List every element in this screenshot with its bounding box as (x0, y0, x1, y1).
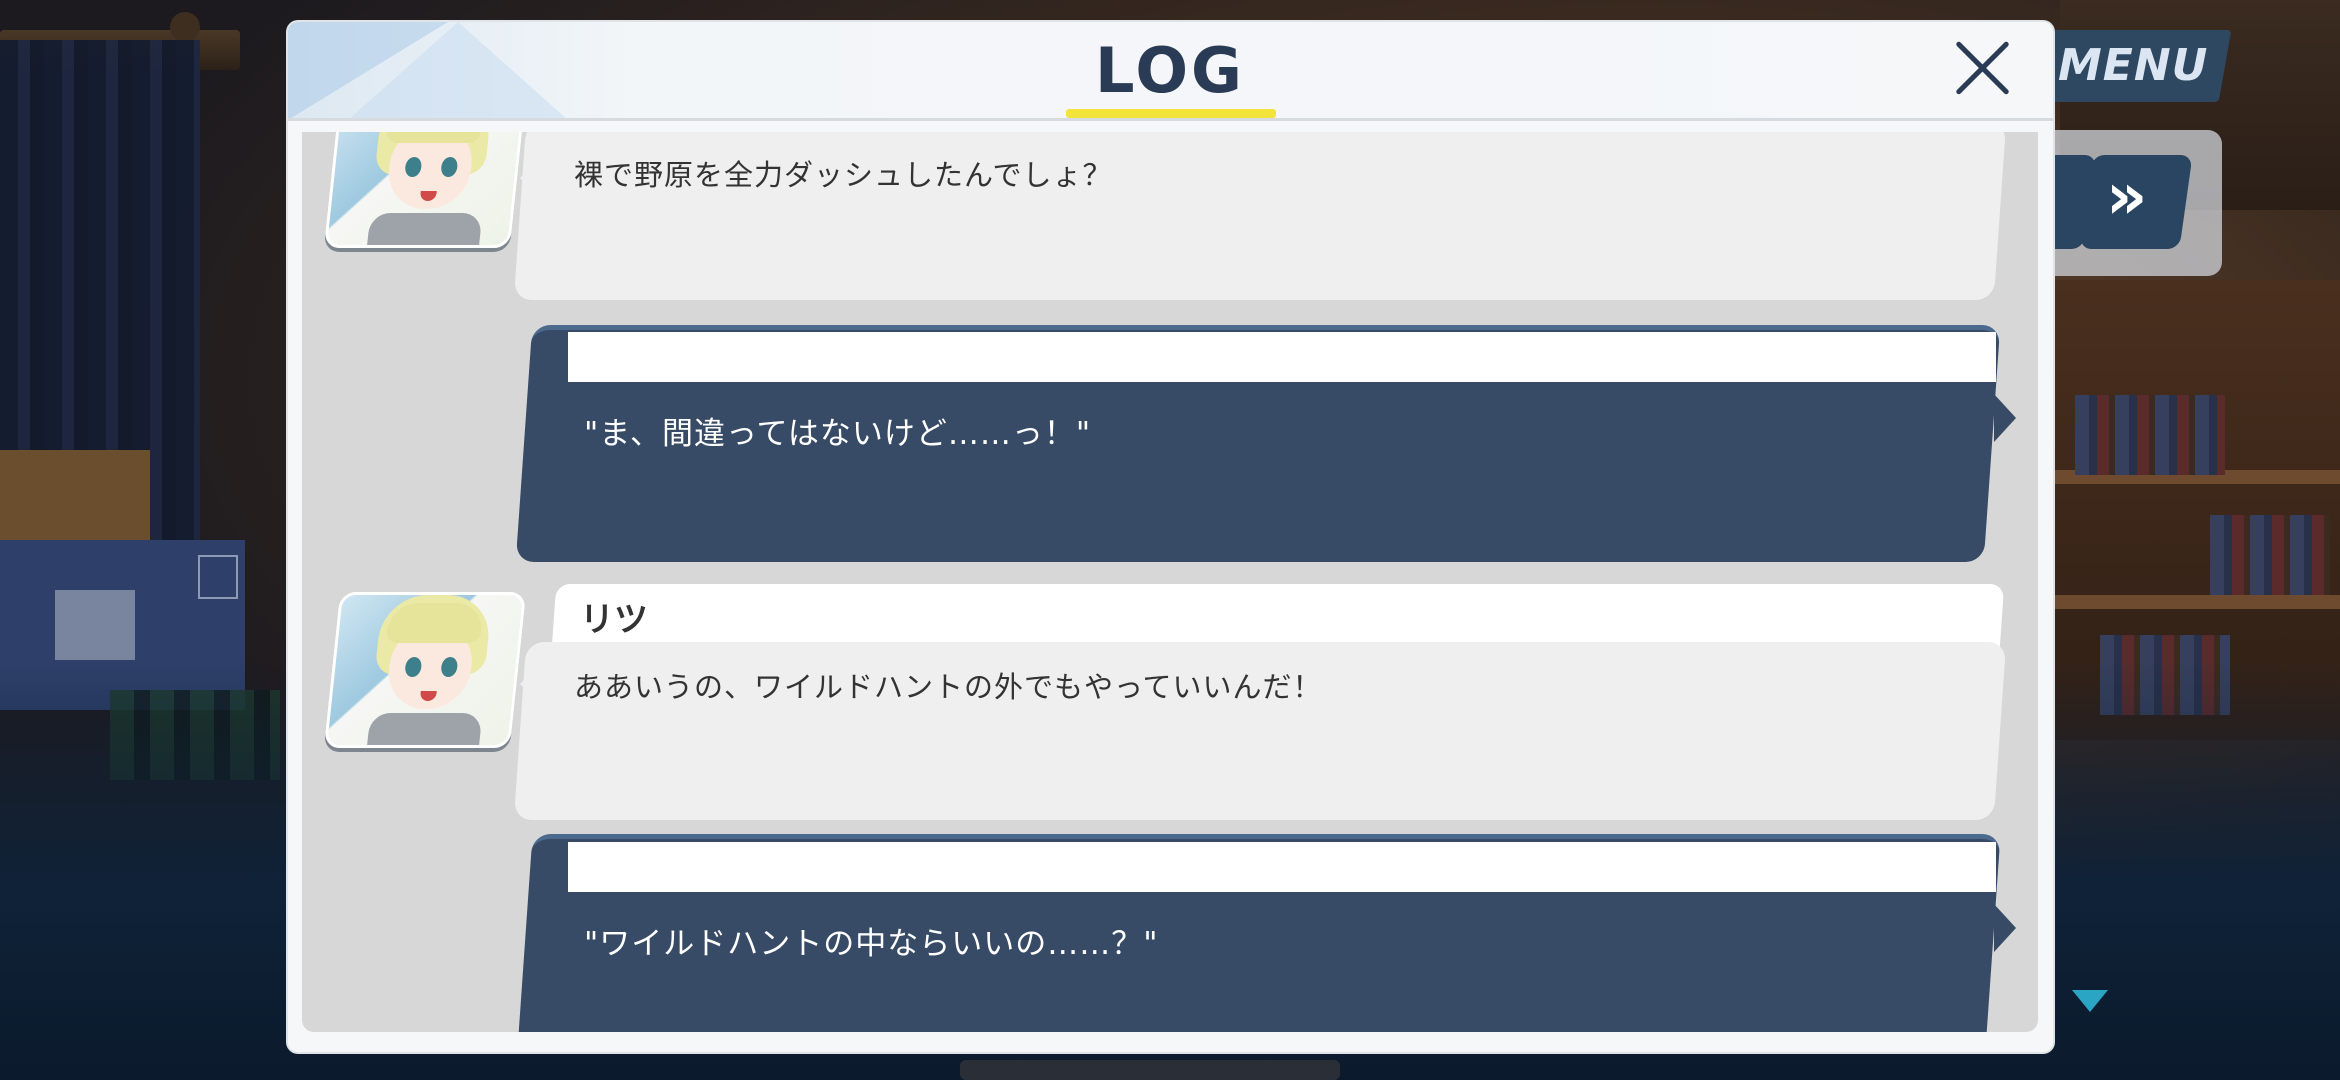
curtain-finial (170, 12, 200, 42)
portrait-bangs (385, 132, 485, 143)
menu-button-label[interactable]: MENU (2058, 40, 2208, 91)
log-title: LOG (1095, 34, 1245, 107)
bubble-tail (520, 156, 542, 200)
player-dialogue-text: "ワイルドハントの中ならいいの……？" (584, 926, 1159, 962)
character-portrait (323, 592, 527, 748)
close-icon[interactable] (1950, 36, 2014, 100)
portrait-collar (366, 213, 483, 248)
bubble-tail (1994, 394, 2016, 442)
player-dialogue-text: "ま、間違ってはないけど……っ！" (584, 416, 1092, 452)
bubble-tail (1994, 904, 2016, 952)
floor-object (960, 1060, 1340, 1080)
log-title-underline (1066, 109, 1276, 118)
fast-forward-icon[interactable]: » (2106, 160, 2147, 234)
books (2075, 395, 2225, 475)
speaker-name: リツ (580, 600, 648, 640)
scroll-down-indicator-icon[interactable] (2072, 990, 2108, 1012)
player-name-bar (568, 842, 1996, 892)
dialogue-text: ああいうの、ワイルドハントの外でもやっていいんだ！ (574, 670, 1323, 704)
box-fragile-sign (198, 555, 238, 599)
bubble-tail (520, 662, 542, 706)
header-divider (288, 118, 2053, 121)
player-name-bar (568, 332, 1996, 382)
portrait-bangs (385, 603, 485, 643)
header-decoration (348, 22, 568, 120)
shelf-board (2050, 595, 2340, 609)
box-label (55, 590, 135, 660)
speaker-name-bar (551, 584, 2005, 648)
dialogue-text: 裸で野原を全力ダッシュしたんでしょ？ (574, 158, 1113, 192)
cardboard-box (0, 450, 150, 550)
log-list[interactable]: 裸で野原を全力ダッシュしたんでしょ？ "ま、間違ってはないけど……っ！" リツ … (302, 132, 2038, 1032)
portrait-collar (366, 713, 483, 748)
books (2210, 515, 2330, 595)
character-portrait (323, 132, 527, 248)
